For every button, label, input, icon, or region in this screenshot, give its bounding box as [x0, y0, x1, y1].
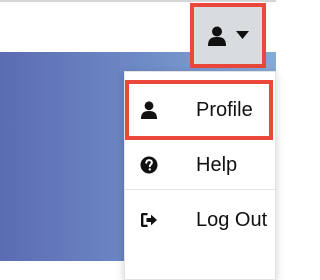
menu-item-label: Help	[196, 154, 238, 176]
user-icon	[141, 101, 157, 119]
menu-item-help[interactable]: Help	[125, 135, 277, 195]
menu-item-label: Log Out	[196, 208, 268, 231]
menu-item-log-out[interactable]: Log Out	[125, 189, 277, 249]
menu-item-profile[interactable]: Profile	[125, 80, 273, 140]
user-menu-button[interactable]	[190, 3, 266, 68]
question-circle-icon	[140, 156, 158, 174]
user-icon	[208, 26, 226, 46]
caret-down-icon	[236, 31, 249, 39]
user-dropdown-menu: Profile Help Log Out	[124, 71, 277, 280]
menu-item-label: Profile	[196, 99, 253, 121]
sign-out-icon	[141, 212, 157, 227]
